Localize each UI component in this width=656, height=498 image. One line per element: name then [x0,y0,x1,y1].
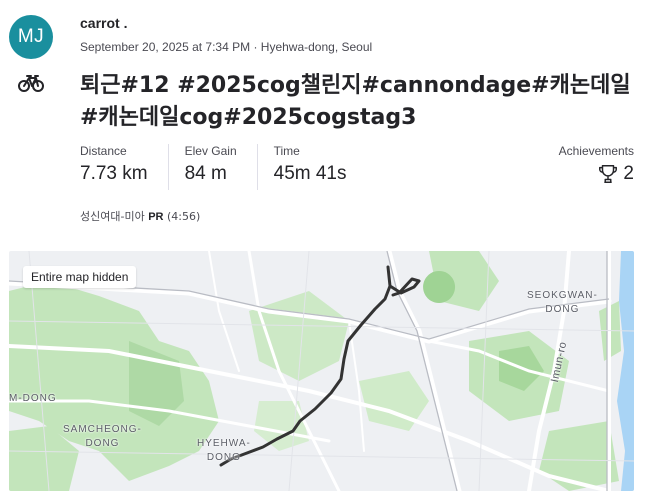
map-label-mdong: M-DONG [9,393,57,404]
stats-row: Distance 7.73 km Elev Gain 84 m Time 45m… [80,144,367,190]
stat-label: Time [273,144,300,158]
achievements[interactable]: Achievements 2 [559,144,634,185]
activity-meta: September 20, 2025 at 7:34 PM · Hyehwa-d… [80,40,373,54]
map-label-hyehwa: HYEHWA- DONG [197,438,251,463]
pr-time: (4:56) [166,210,201,223]
stat-distance: Distance 7.73 km [80,144,168,190]
stat-label: Distance [80,144,127,158]
segment-effort[interactable]: 성신여대-미아 PR (4:56) [80,208,200,224]
trophy-icon [599,165,618,183]
activity-title[interactable]: 퇴근#12 #2025cog챌린지#cannondage#캐논데일 #캐논데일c… [80,70,640,134]
segment-name: 성신여대-미아 [80,210,145,223]
stat-label: Elev Gain [184,144,237,158]
map-hidden-badge: Entire map hidden [23,266,137,288]
stat-value: 7.73 km [80,163,148,184]
map-label-seokgwan: SEOKGWAN- DONG [527,290,598,315]
stat-time: Time 45m 41s [256,144,367,190]
stat-value: 84 m [184,163,227,184]
achievements-count: 2 [623,163,634,184]
achievements-value-row: 2 [559,163,634,185]
avatar[interactable]: MJ [9,15,53,59]
bike-icon [18,75,44,92]
stat-elev-gain: Elev Gain 84 m [167,144,257,190]
route-map[interactable]: Entire map hidden SEOKGWAN- DONG Imun-ro… [9,251,634,491]
achievements-label: Achievements [558,144,634,158]
map-label-samcheong: SAMCHEONG- DONG [63,424,142,449]
stat-value: 45m 41s [273,163,347,184]
athlete-name[interactable]: carrot . [80,15,127,31]
pr-label: PR [148,211,164,223]
